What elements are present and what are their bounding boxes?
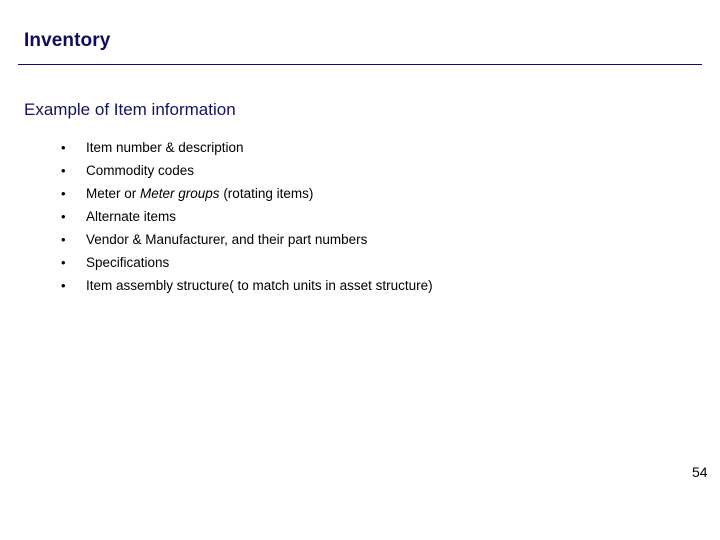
list-item: • Specifications (58, 251, 698, 274)
page-number: 54 (692, 464, 708, 480)
bullet-point-icon: • (61, 163, 66, 178)
list-item: • Meter or Meter groups (rotating items) (58, 182, 698, 205)
list-item: • Item number & description (58, 136, 698, 159)
bullet-point-icon: • (61, 232, 66, 247)
bullet-point-icon: • (61, 278, 66, 293)
title-divider (18, 64, 702, 65)
list-item: • Item assembly structure( to match units… (58, 274, 698, 297)
slide: Inventory Example of Item information • I… (0, 0, 720, 540)
list-item: • Vendor & Manufacturer, and their part n… (58, 228, 698, 251)
list-item-label: Meter or Meter groups (rotating items) (86, 186, 314, 201)
emphasised-term: Meter groups (140, 186, 220, 201)
page-title: Inventory (24, 30, 111, 51)
list-item: • Alternate items (58, 205, 698, 228)
list-item-label: Specifications (86, 255, 170, 270)
list-item-label: Item number & description (86, 140, 244, 155)
bullet-point-icon: • (61, 140, 66, 155)
list-item-label: Vendor & Manufacturer, and their part nu… (86, 232, 368, 247)
bullet-point-icon: • (61, 186, 66, 201)
section-subtitle: Example of Item information (24, 100, 236, 119)
list-item-label: Alternate items (86, 209, 177, 224)
list-item-label: Item assembly structure( to match units … (86, 278, 433, 293)
list-item-label: Commodity codes (86, 163, 195, 178)
list-item: • Commodity codes (58, 159, 698, 182)
bullet-point-icon: • (61, 255, 66, 270)
bullet-point-icon: • (61, 209, 66, 224)
bullet-list: • Item number & description • Commodity cod… (58, 136, 698, 297)
